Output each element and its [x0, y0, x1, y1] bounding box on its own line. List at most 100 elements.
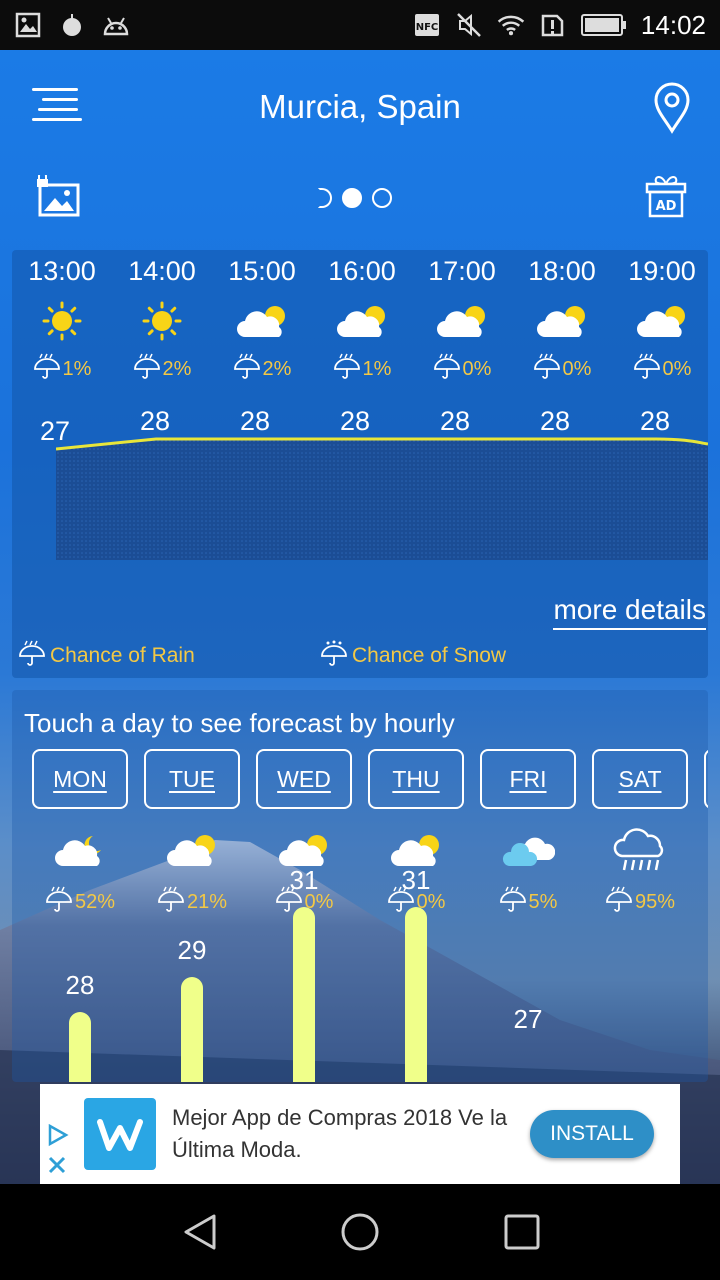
gift-ad-icon[interactable]: AD: [644, 172, 688, 218]
hour-rain-value: 0%: [562, 357, 592, 380]
partly-cloudy-icon: [212, 291, 312, 351]
install-button[interactable]: INSTALL: [530, 1110, 654, 1158]
partly-cloudy-icon: [512, 291, 612, 351]
daily-forecast-card: Touch a day to see forecast by hourly MO…: [12, 690, 708, 1082]
temperature-curve: [56, 437, 708, 560]
wifi-icon: [497, 11, 525, 39]
page-indicator: [318, 188, 392, 208]
sun-icon: [112, 291, 212, 351]
hour-temperature: 28: [140, 406, 171, 436]
nfc-icon: NFC: [413, 11, 441, 39]
day-button-thu[interactable]: THU: [368, 749, 464, 809]
hour-column[interactable]: 14:00 2%: [112, 250, 212, 385]
umbrella-icon: [45, 886, 73, 918]
umbrella-icon: [433, 353, 461, 385]
photo-lock-icon[interactable]: [36, 171, 80, 219]
svg-text:NFC: NFC: [416, 22, 439, 33]
recents-icon[interactable]: [502, 1212, 542, 1252]
day-button-sat[interactable]: SAT: [592, 749, 688, 809]
day-rain-chance: 52%: [24, 886, 136, 918]
temperature-bar: [405, 907, 427, 1082]
sun-icon: [12, 291, 112, 351]
hour-column[interactable]: 15:00 2%: [212, 250, 312, 385]
day-rain-chance: 5%: [472, 886, 584, 918]
hour-rain-chance: 2%: [112, 353, 212, 385]
day-button-mon[interactable]: MON: [32, 749, 128, 809]
hour-temperature: 28: [640, 406, 671, 436]
hour-rain-value: 1%: [62, 357, 92, 380]
daily-title: Touch a day to see forecast by hourly: [24, 708, 455, 738]
hour-time: 18:00: [528, 256, 596, 286]
image-icon: [14, 11, 42, 39]
location-title[interactable]: Murcia, Spain: [0, 88, 720, 126]
status-bar: NFC 14:02: [0, 0, 720, 50]
umbrella-icon: [33, 353, 61, 385]
wish-logo-icon[interactable]: [84, 1098, 156, 1170]
temperature-bar: [69, 1012, 91, 1082]
partly-cloudy-icon: [412, 291, 512, 351]
hour-rain-value: 2%: [162, 357, 192, 380]
navigation-bar: [0, 1184, 720, 1280]
hour-column[interactable]: 18:00 0%: [512, 250, 612, 385]
day-rain-value: 95%: [634, 890, 676, 913]
day-temperature: 31: [401, 865, 431, 895]
hour-time: 15:00: [228, 256, 296, 286]
umbrella-icon: [333, 353, 361, 385]
hour-column[interactable]: 17:00 0%: [412, 250, 512, 385]
day-temperature: 28: [65, 970, 95, 1000]
day-rain-value: 5%: [528, 890, 558, 913]
hour-rain-chance: 0%: [412, 353, 512, 385]
drop-icon: [58, 11, 86, 39]
back-icon[interactable]: [180, 1212, 220, 1252]
hour-rain-value: 0%: [462, 357, 492, 380]
legend-snow-label: Chance of Snow: [352, 644, 507, 667]
hour-temperature: 28: [440, 406, 471, 436]
day-rain-chance: 95%: [584, 886, 696, 918]
partly-cloudy-night-icon: [24, 822, 136, 878]
hour-time: 14:00: [128, 256, 196, 286]
weather-app: Murcia, Spain AD 13:00 1% 27 14:00 2% 28 15:00…: [0, 50, 720, 1184]
map-pin-icon[interactable]: [652, 82, 692, 134]
hour-column[interactable]: 19:00 0%: [612, 250, 712, 385]
hour-rain-value: 1%: [362, 357, 392, 380]
hour-time: 19:00: [628, 256, 696, 286]
umbrella-icon: [133, 353, 161, 385]
page-dot-3[interactable]: [372, 188, 392, 208]
hour-temperature: 28: [540, 406, 571, 436]
android-icon: [102, 11, 130, 39]
page-dot-2[interactable]: [342, 188, 362, 208]
hour-rain-chance: 0%: [612, 353, 712, 385]
home-icon[interactable]: [340, 1212, 380, 1252]
legend-snow: Chance of Snow: [320, 640, 506, 672]
hour-rain-value: 0%: [662, 357, 692, 380]
legend-rain: Chance of Rain: [18, 640, 195, 672]
ad-choices-icon[interactable]: [44, 1123, 70, 1180]
day-button-tue[interactable]: TUE: [144, 749, 240, 809]
umbrella-icon: [499, 886, 527, 918]
hour-column[interactable]: 13:00 1%: [12, 250, 112, 385]
temperature-bar: [293, 907, 315, 1082]
clock: 14:02: [640, 9, 706, 40]
ad-text[interactable]: Mejor App de Compras 2018 Ve la Última M…: [172, 1102, 522, 1166]
hour-rain-chance: 1%: [12, 353, 112, 385]
battery-icon: [580, 11, 627, 39]
hour-column[interactable]: 16:00 1%: [312, 250, 412, 385]
app-header: Murcia, Spain: [0, 50, 720, 165]
day-temperature: 31: [289, 865, 319, 895]
partly-cloudy-icon: [612, 291, 712, 351]
hour-time: 13:00: [28, 256, 96, 286]
day-button-fri[interactable]: FRI: [480, 749, 576, 809]
rain-icon: [584, 822, 696, 878]
hour-time: 17:00: [428, 256, 496, 286]
day-button-partial[interactable]: [704, 749, 708, 809]
ad-banner[interactable]: Mejor App de Compras 2018 Ve la Última M…: [40, 1084, 680, 1184]
svg-text:AD: AD: [656, 199, 677, 214]
day-button-wed[interactable]: WED: [256, 749, 352, 809]
umbrella-icon: [605, 886, 633, 918]
hourly-forecast-card: 13:00 1% 27 14:00 2% 28 15:00 2% 28 16:00 1% 28 17:0…: [12, 250, 708, 678]
page-dot-1[interactable]: [318, 188, 332, 208]
more-details-link[interactable]: more details: [553, 594, 706, 630]
hour-temperature: 28: [340, 406, 371, 436]
hour-temperature: 28: [240, 406, 271, 436]
sim-alert-icon: [539, 11, 567, 39]
